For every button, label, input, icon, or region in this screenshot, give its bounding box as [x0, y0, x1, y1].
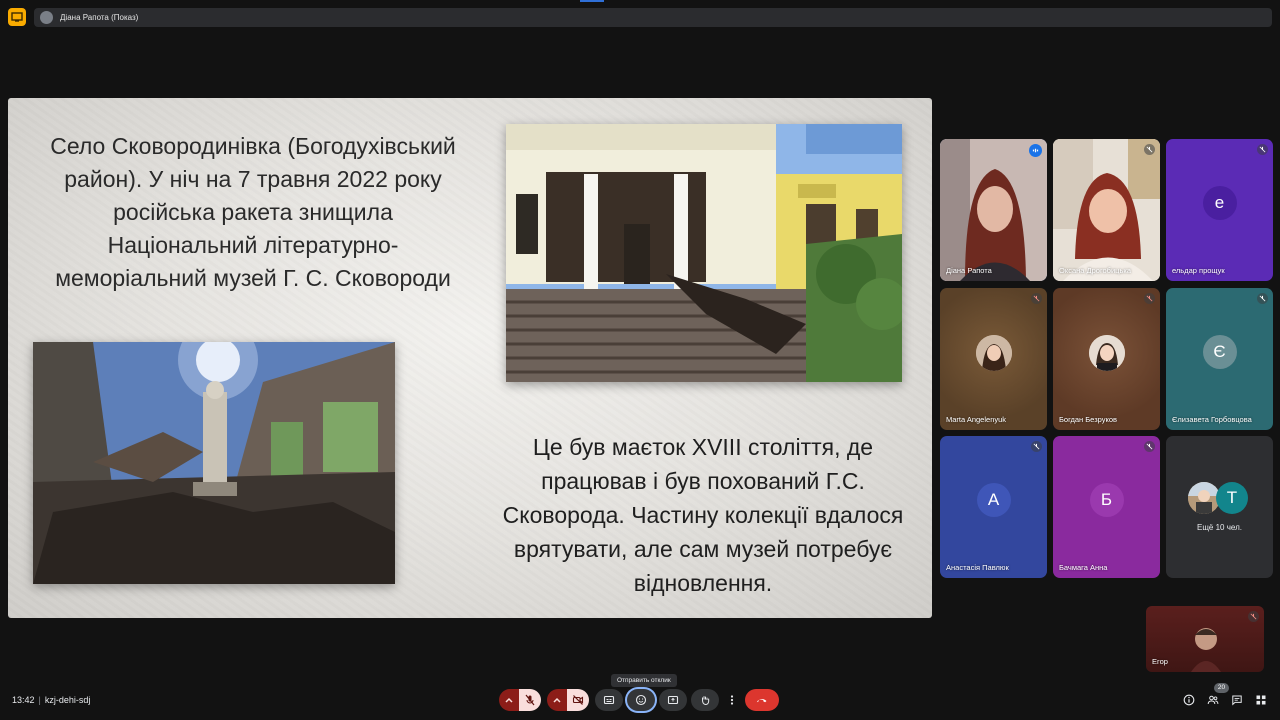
chevron-up-icon [553, 697, 561, 703]
participant-avatar: Є [1202, 335, 1237, 369]
chat-button[interactable] [1229, 692, 1245, 708]
mic-off-icon [1257, 144, 1268, 155]
presenter-avatar [40, 11, 53, 24]
activities-icon [1256, 695, 1266, 705]
participant-tile-anna[interactable]: Б Бачмага Анна [1053, 436, 1160, 578]
present-screen-button[interactable] [659, 689, 687, 711]
participant-count-badge: 20 [1214, 683, 1229, 693]
separator: | [38, 695, 41, 705]
participant-name: Діана Рапота [946, 266, 992, 275]
presentation-slide: Село Сковородинівка (Богодухівський райо… [8, 98, 932, 618]
participant-name: Анастасія Павлюк [946, 563, 1009, 572]
captions-button[interactable] [595, 689, 623, 711]
participant-video [1053, 139, 1160, 281]
participant-name: Єлизавета Горбовцова [1172, 415, 1252, 424]
meeting-code[interactable]: kzj-dehi-sdj [45, 695, 91, 705]
participant-avatar: Б [1089, 483, 1124, 517]
mic-off-icon [1144, 144, 1155, 155]
people-icon [1207, 695, 1219, 705]
slide-caption: Це був маєток XVIII століття, де працюва… [502, 434, 904, 596]
self-view-tile[interactable]: Егор [1146, 606, 1264, 672]
more-participants-avatars: Т [1188, 482, 1252, 516]
participant-tile-yelyzaveta[interactable]: Є Єлизавета Горбовцова [1166, 288, 1273, 430]
mic-off-icon [1257, 293, 1268, 304]
camera-toggle-button[interactable] [567, 689, 589, 711]
participant-tile-marta[interactable]: Marta Angelenyuk [940, 288, 1047, 430]
hand-icon [702, 696, 710, 706]
participant-name: ельдар прощук [1172, 266, 1225, 275]
self-name: Егор [1152, 657, 1168, 666]
activities-button[interactable] [1253, 692, 1269, 708]
museum-facade-photo [506, 124, 902, 382]
meeting-info: 13:42 | kzj-dehi-sdj [12, 695, 90, 705]
participant-tile-diana[interactable]: Діана Рапота [940, 139, 1047, 281]
presentation-icon [11, 12, 23, 22]
meet-app-icon[interactable] [8, 8, 26, 26]
participant-avatar: А [976, 483, 1011, 517]
leave-call-button[interactable] [745, 689, 779, 711]
participant-tile-eldar[interactable]: е ельдар прощук [1166, 139, 1273, 281]
top-indicator [580, 0, 604, 2]
current-time: 13:42 [12, 695, 35, 705]
captions-icon [603, 695, 615, 705]
camera-control-group [547, 689, 589, 711]
participant-tile-anastasiia[interactable]: А Анастасія Павлюк [940, 436, 1047, 578]
more-vert-icon [730, 695, 734, 705]
mic-control-group [499, 689, 541, 711]
more-participants-label: Ещё 10 чел. [1197, 523, 1242, 532]
slide-title: Село Сковородинівка (Богодухівський райо… [50, 133, 456, 291]
send-reaction-button[interactable] [627, 689, 655, 711]
speaking-indicator-icon [1029, 144, 1042, 157]
participant-name: Оксана Дрогобицька [1059, 266, 1131, 275]
camera-options-button[interactable] [547, 689, 567, 711]
mic-off-icon [1144, 293, 1155, 304]
mic-off-icon [525, 694, 535, 706]
chevron-up-icon [505, 697, 513, 703]
chat-icon [1232, 695, 1242, 706]
mic-off-icon [1031, 441, 1042, 452]
camera-off-icon [572, 695, 584, 705]
more-options-button[interactable] [725, 689, 739, 711]
participant-tile-bohdan[interactable]: Богдан Безруков [1053, 288, 1160, 430]
participant-tile-oksana[interactable]: Оксана Дрогобицька [1053, 139, 1160, 281]
call-end-icon [756, 699, 767, 703]
participant-video [940, 139, 1047, 281]
presenting-label: Діана Рапота (Показ) [60, 13, 139, 22]
participant-avatar: е [1202, 186, 1237, 220]
participant-photo-avatar [975, 335, 1012, 371]
presenting-chip[interactable]: Діана Рапота (Показ) [34, 8, 1272, 27]
mic-toggle-button[interactable] [519, 689, 541, 711]
send-reaction-tooltip: Отправить отклик [611, 674, 677, 687]
participant-name: Бачмага Анна [1059, 563, 1108, 572]
raise-hand-button[interactable] [691, 689, 719, 711]
meeting-details-button[interactable] [1181, 692, 1197, 708]
mic-off-icon [1248, 611, 1259, 622]
emoji-icon [635, 694, 647, 706]
participant-photo-avatar [1088, 335, 1125, 371]
mic-off-icon [1031, 293, 1042, 304]
people-button[interactable] [1205, 692, 1221, 708]
ruined-interior-photo [33, 342, 395, 584]
present-screen-icon [667, 695, 679, 705]
mic-options-button[interactable] [499, 689, 519, 711]
participant-avatar: Т [1216, 482, 1248, 514]
participant-name: Богдан Безруков [1059, 415, 1117, 424]
more-participants-tile[interactable]: Т Ещё 10 чел. [1166, 436, 1273, 578]
participant-name: Marta Angelenyuk [946, 415, 1007, 424]
mic-off-icon [1144, 441, 1155, 452]
info-icon [1183, 694, 1195, 706]
